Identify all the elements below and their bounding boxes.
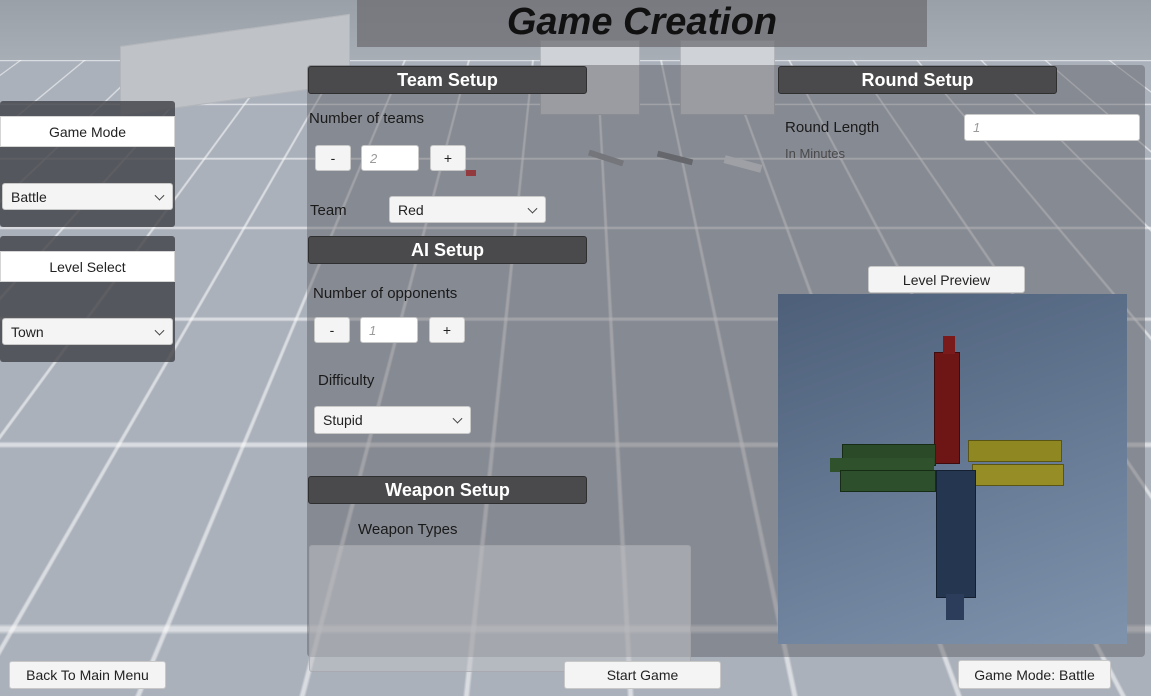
number-of-opponents-label: Number of opponents [313, 285, 457, 302]
start-game-button[interactable]: Start Game [564, 661, 721, 689]
chevron-down-icon [528, 203, 538, 213]
chevron-down-icon [155, 325, 165, 335]
chevron-down-icon [453, 414, 463, 424]
round-length-label: Round Length [785, 119, 879, 136]
team-setup-header: Team Setup [308, 66, 587, 94]
level-preview-image [778, 294, 1127, 644]
chevron-down-icon [155, 190, 165, 200]
level-select-dropdown[interactable]: Town [2, 318, 173, 345]
level-select-label: Level Select [0, 251, 175, 282]
red-arm-tip [943, 336, 955, 354]
difficulty-selected: Stupid [323, 412, 363, 428]
teams-decrement-button[interactable]: - [315, 145, 351, 171]
game-mode-dropdown[interactable]: Battle [2, 183, 173, 210]
team-selected: Red [398, 202, 424, 218]
level-select-selected: Town [11, 324, 44, 340]
weapon-setup-header: Weapon Setup [308, 476, 587, 504]
ai-setup-header: AI Setup [308, 236, 587, 264]
opponents-increment-button[interactable]: + [429, 317, 465, 343]
back-to-main-menu-button[interactable]: Back To Main Menu [9, 661, 166, 689]
game-mode-label: Game Mode [0, 116, 175, 147]
round-length-input[interactable]: 1 [964, 114, 1140, 141]
title-bar: Game Creation [357, 0, 927, 47]
weapon-types-label: Weapon Types [358, 521, 458, 538]
difficulty-dropdown[interactable]: Stupid [314, 406, 471, 434]
page-title: Game Creation [507, 1, 777, 44]
red-arm [934, 352, 960, 464]
team-label: Team [310, 202, 347, 219]
opponents-decrement-button[interactable]: - [314, 317, 350, 343]
green-arm-bottom [840, 470, 936, 492]
weapon-types-list[interactable] [309, 545, 691, 672]
teams-increment-button[interactable]: + [430, 145, 466, 171]
number-of-opponents-input[interactable]: 1 [360, 317, 418, 343]
round-setup-header: Round Setup [778, 66, 1057, 94]
yellow-arm-lower [972, 464, 1064, 486]
game-mode-selected: Battle [11, 189, 47, 205]
level-preview-button[interactable]: Level Preview [868, 266, 1025, 293]
in-minutes-label: In Minutes [785, 146, 845, 161]
blue-arm-tip [946, 594, 964, 620]
game-mode-status-button[interactable]: Game Mode: Battle [958, 660, 1111, 689]
number-of-teams-input[interactable]: 2 [361, 145, 419, 171]
number-of-teams-label: Number of teams [309, 110, 424, 127]
blue-arm [936, 470, 976, 598]
team-dropdown[interactable]: Red [389, 196, 546, 223]
yellow-arm [968, 440, 1062, 462]
difficulty-label: Difficulty [318, 372, 374, 389]
